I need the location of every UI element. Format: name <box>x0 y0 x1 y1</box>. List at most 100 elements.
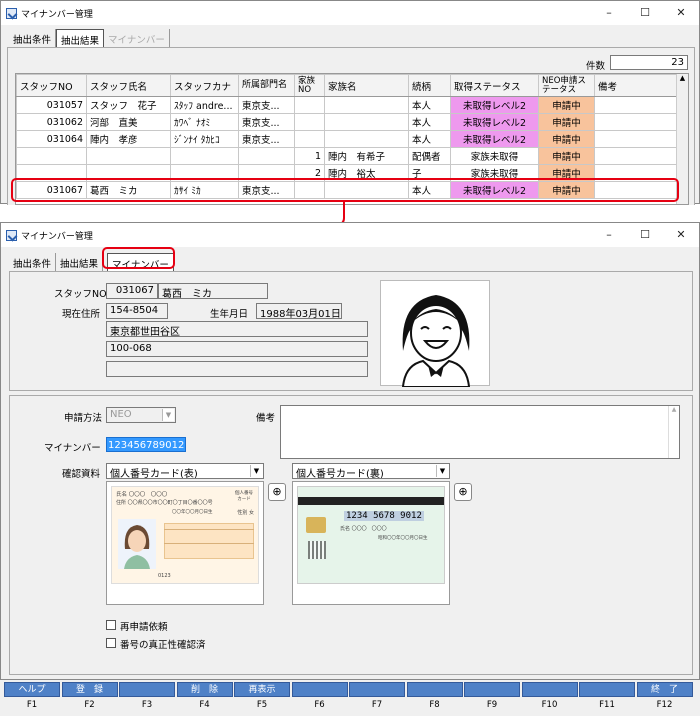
title-bar: マイナンバー管理 – ☐ ✕ <box>1 223 699 247</box>
address-line1-field: 東京都世田谷区 <box>106 321 368 337</box>
staff-info-panel: スタッフNO 031067 葛西 ミカ 現在住所 154-8504 生年月日 1… <box>9 271 693 391</box>
fkey-label-f2: F2 <box>84 700 95 710</box>
table-cell: 申請中 <box>538 130 595 148</box>
col-header-staff-no[interactable]: スタッフNO <box>16 74 87 97</box>
staff-photo <box>380 280 490 388</box>
address-label: 現在住所 <box>62 309 101 320</box>
close-button[interactable]: ✕ <box>663 1 699 25</box>
application-panel: 申請方法 NEO ▼ 備考 ▲ マイナンバー 123456789012 確認資料… <box>9 395 693 675</box>
method-label: 申請方法 <box>64 413 103 424</box>
card-front-birth-text: 〇〇年〇〇月〇日生 <box>172 510 213 515</box>
doc-back-value: 個人番号カード(裏) <box>296 469 384 479</box>
table-cell <box>294 130 325 148</box>
col-header-status[interactable]: 取得ステータス <box>450 74 539 97</box>
zoom-front-icon[interactable]: ⊕ <box>268 483 286 501</box>
table-row[interactable]: 031057 スタッフ 花子 ｽﾀｯﾌ andre... 東京支... 本人 未取得レベル… <box>16 96 677 114</box>
card-front-image: 氏名 〇〇〇 〇〇〇 住所 〇〇県〇〇市〇〇町〇丁目〇番〇〇号 〇〇年〇〇月〇日… <box>106 481 264 605</box>
col-header-staff-kana[interactable]: スタッフカナ <box>170 74 239 97</box>
fkey-button-f5[interactable]: 再表示 <box>234 682 290 697</box>
reapply-label: 再申請依頼 <box>120 622 168 633</box>
table-cell: 家族未取得 <box>450 147 539 165</box>
table-cell: 未取得レベル2 <box>450 113 539 131</box>
reapply-checkbox[interactable] <box>106 620 116 630</box>
chevron-down-icon: ▼ <box>250 465 262 477</box>
app-icon <box>6 229 17 241</box>
table-cell <box>594 147 677 165</box>
fkey-label-f3: F3 <box>141 700 153 710</box>
minimize-button[interactable]: – <box>591 1 627 25</box>
remarks-scrollbar[interactable]: ▲ <box>668 406 679 458</box>
doc-front-select[interactable]: 個人番号カード(表) ▼ <box>106 463 264 479</box>
table-cell: 031057 <box>16 96 87 114</box>
card-back-image: 1234 5678 9012 氏名 〇〇〇 〇〇〇 昭和〇〇年〇〇月〇日生 <box>292 481 450 605</box>
table-cell: 本人 <box>408 130 451 148</box>
table-cell <box>324 113 409 131</box>
fkey-button-f1[interactable]: ヘルプ <box>4 682 60 697</box>
table-cell <box>294 96 325 114</box>
fkey-button-f12[interactable]: 終 了 <box>636 682 693 697</box>
zoom-back-icon[interactable]: ⊕ <box>454 483 472 501</box>
fkey-button-f3[interactable] <box>119 682 175 697</box>
table-cell: 申請中 <box>538 147 595 165</box>
fkey-label-f11: F11 <box>599 700 615 710</box>
staff-name-field: 葛西 ミカ <box>158 283 268 299</box>
minimize-button[interactable]: – <box>591 223 627 247</box>
col-header-remarks[interactable]: 備考 <box>594 74 677 97</box>
card-front-address-text: 住所 〇〇県〇〇市〇〇町〇丁目〇番〇〇号 <box>116 500 213 506</box>
table-cell: スタッフ 花子 <box>86 96 171 114</box>
table-cell <box>594 113 677 131</box>
fkey-label-f12: F12 <box>656 700 673 710</box>
fkey-label-f9: F9 <box>486 700 498 710</box>
maximize-button[interactable]: ☐ <box>627 223 663 247</box>
table-row[interactable]: 031062 河部 直美 ｶﾜﾍﾞ ﾅｵﾐ 東京支... 本人 未取得レベル2 申請中 <box>16 113 677 131</box>
col-header-neo-status[interactable]: NEO申請ステータス <box>538 74 595 97</box>
fkey-label-f7: F7 <box>371 700 383 710</box>
table-cell <box>594 130 677 148</box>
remarks-textarea[interactable]: ▲ <box>280 405 680 459</box>
window-title: マイナンバー管理 <box>21 9 93 20</box>
fkey-button-f10[interactable] <box>521 682 578 697</box>
verified-label: 番号の真正性確認済 <box>120 640 206 651</box>
close-button[interactable]: ✕ <box>663 223 699 247</box>
table-cell: 031062 <box>16 113 87 131</box>
fkey-button-f11[interactable] <box>579 682 635 697</box>
list-window: マイナンバー管理 – ☐ ✕ 抽出条件 抽出結果 マイナンバー 件数 23 スタ… <box>0 0 700 205</box>
col-header-relation[interactable]: 続柄 <box>408 74 451 97</box>
fkey-button-f7[interactable] <box>349 682 405 697</box>
verified-checkbox[interactable] <box>106 638 116 648</box>
card-front-header-text: 個人番号カード <box>235 491 253 502</box>
table-row[interactable]: 1 陣内 有希子 配偶者 家族未取得 申請中 <box>16 147 677 165</box>
card-front-name-text: 氏名 〇〇〇 〇〇〇 <box>116 492 168 498</box>
fkey-label-f4: F4 <box>199 700 210 710</box>
fkey-button-f6[interactable] <box>291 682 348 697</box>
table-row[interactable]: 031064 陣内 孝彦 ｼﾞﾝﾅｲ ﾀｶﾋｺ 東京支... 本人 未取得レベル2 申請中 <box>16 130 677 148</box>
table-cell <box>294 113 325 131</box>
col-header-family-no[interactable]: 家族NO <box>294 74 325 97</box>
card-front-portrait-icon <box>118 519 156 569</box>
doc-back-select[interactable]: 個人番号カード(裏) ▼ <box>292 463 450 479</box>
count-label: 件数 <box>586 61 606 72</box>
fkey-button-f2[interactable]: 登 録 <box>61 682 118 697</box>
table-cell: ｼﾞﾝﾅｲ ﾀｶﾋｺ <box>170 130 239 148</box>
method-value: NEO <box>110 409 132 420</box>
maximize-button[interactable]: ☐ <box>627 1 663 25</box>
card-number-text: 1234 5678 9012 <box>344 511 424 521</box>
person-avatar-icon <box>401 295 471 388</box>
fkey-button-f9[interactable] <box>464 682 520 697</box>
table-cell: ｽﾀｯﾌ andre... <box>170 96 239 114</box>
col-header-family-name[interactable]: 家族名 <box>324 74 409 97</box>
table-cell: 陣内 有希子 <box>324 147 409 165</box>
detail-window: マイナンバー管理 – ☐ ✕ 抽出条件 抽出結果 マイナンバー スタッフNO 0… <box>0 222 700 680</box>
address-line3-field <box>106 361 368 377</box>
fkey-button-f4[interactable]: 削 除 <box>176 682 233 697</box>
col-header-department[interactable]: 所属部門名 <box>238 74 295 97</box>
table-cell <box>170 147 239 165</box>
method-select[interactable]: NEO ▼ <box>106 407 176 423</box>
fkey-button-f8[interactable] <box>406 682 463 697</box>
fkey-label-f5: F5 <box>256 700 268 710</box>
card-back-birth-text: 昭和〇〇年〇〇月〇日生 <box>378 536 428 541</box>
staff-no-field: 031067 <box>106 283 158 299</box>
mynumber-input[interactable]: 123456789012 <box>106 437 187 452</box>
table-cell <box>86 147 171 165</box>
col-header-staff-name[interactable]: スタッフ氏名 <box>86 74 171 97</box>
